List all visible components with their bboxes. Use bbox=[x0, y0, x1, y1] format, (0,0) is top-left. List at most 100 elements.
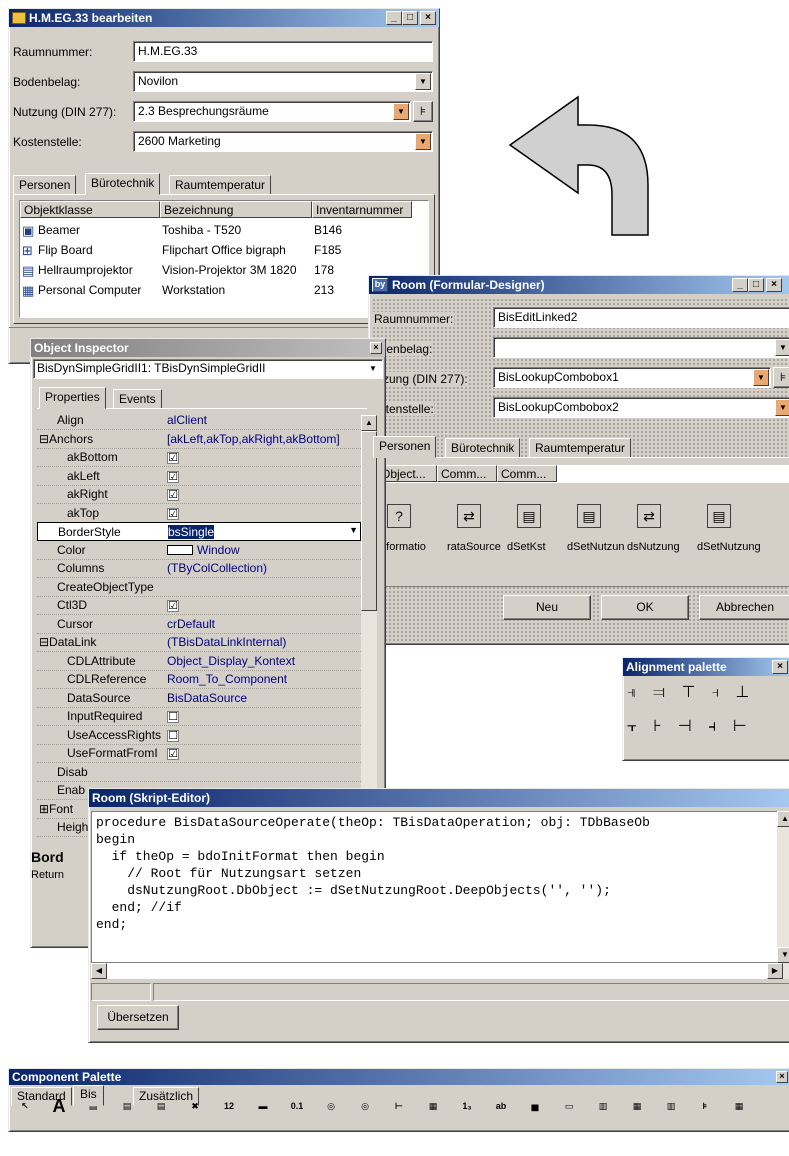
component-tool-icon[interactable]: ◎ bbox=[354, 1096, 376, 1118]
maximize-button[interactable]: □ bbox=[748, 278, 764, 292]
scroll-track[interactable] bbox=[107, 963, 767, 979]
property-row[interactable]: Disab bbox=[37, 763, 361, 782]
checkbox[interactable]: ☑ bbox=[167, 748, 179, 760]
chevron-down-icon[interactable]: ▼ bbox=[753, 369, 769, 386]
tab-buerotechnik[interactable]: Bürotechnik bbox=[445, 438, 521, 458]
close-button[interactable]: × bbox=[420, 11, 436, 25]
component-icon[interactable]: ▤ bbox=[517, 504, 541, 528]
chevron-down-icon[interactable]: ▼ bbox=[775, 399, 789, 416]
new-button[interactable]: Neu bbox=[503, 595, 591, 620]
property-value[interactable]: Room_To_Component bbox=[167, 672, 287, 686]
property-value[interactable]: [akLeft,akTop,akRight,akBottom] bbox=[167, 432, 340, 446]
list-item[interactable]: ▦ Personal Computer bbox=[22, 283, 160, 297]
compile-button[interactable]: Übersetzen bbox=[97, 1005, 179, 1030]
component-tool-icon[interactable]: 12 bbox=[218, 1096, 240, 1118]
component-tool-icon[interactable]: ▭ bbox=[558, 1096, 580, 1118]
room-number-field[interactable]: BisEditLinked2 bbox=[493, 307, 789, 328]
property-row[interactable]: Color Window bbox=[37, 541, 361, 560]
property-row[interactable]: CDLReference Room_To_Component bbox=[37, 670, 361, 689]
floor-select[interactable]: Novilon ▼ bbox=[133, 71, 433, 92]
property-value[interactable]: Window bbox=[197, 543, 240, 557]
component-tool-icon[interactable]: ✖ bbox=[184, 1096, 206, 1118]
component-tool-icon[interactable]: ▬ bbox=[252, 1096, 274, 1118]
code-area[interactable]: procedure BisDataSourceOperate(theOp: TB… bbox=[91, 811, 779, 963]
tab-raumtemperatur[interactable]: Raumtemperatur bbox=[529, 438, 632, 458]
component-tool-icon[interactable]: 0.1 bbox=[286, 1096, 308, 1118]
property-value[interactable]: crDefault bbox=[167, 617, 215, 631]
component-tool-icon[interactable]: ab bbox=[490, 1096, 512, 1118]
tree-icon[interactable]: ⊧ bbox=[413, 101, 433, 122]
tab-properties[interactable]: Properties bbox=[39, 387, 106, 409]
checkbox[interactable]: ☐ bbox=[167, 711, 179, 723]
align-buttons-row-2[interactable]: ⫟ ⊦ ⊣ ⫞ ⊢ bbox=[627, 716, 753, 736]
palette-titlebar[interactable]: Component Palette × bbox=[9, 1069, 789, 1085]
column-header[interactable]: Object... bbox=[377, 465, 437, 482]
designer-titlebar[interactable]: by Room (Formular-Designer) _ □ × bbox=[369, 276, 789, 294]
component-tool-icon[interactable]: ▦ bbox=[422, 1096, 444, 1118]
scroll-thumb[interactable] bbox=[361, 431, 377, 611]
scroll-left-icon[interactable]: ◀ bbox=[91, 963, 107, 979]
property-row[interactable]: ⊟Anchors [akLeft,akTop,akRight,akBottom] bbox=[37, 430, 361, 449]
component-tool-icon[interactable]: ▦ bbox=[728, 1096, 750, 1118]
chevron-down-icon[interactable]: ▼ bbox=[415, 73, 431, 90]
property-value[interactable]: bsSingle bbox=[168, 525, 215, 539]
room-number-field[interactable]: H.M.EG.33 bbox=[133, 41, 433, 62]
component-icon[interactable]: ▤ bbox=[707, 504, 731, 528]
tab-personen[interactable]: Personen bbox=[373, 436, 437, 458]
property-row[interactable]: UseFormatFromI ☑ bbox=[37, 744, 361, 763]
component-tool-icon[interactable]: ▥ bbox=[592, 1096, 614, 1118]
property-row[interactable]: DataSource BisDataSource bbox=[37, 689, 361, 708]
close-button[interactable]: × bbox=[370, 342, 382, 354]
scroll-down-icon[interactable]: ▼ bbox=[777, 947, 789, 963]
component-tool-icon[interactable]: ▦ bbox=[626, 1096, 648, 1118]
property-row[interactable]: CreateObjectType bbox=[37, 578, 361, 597]
script-titlebar[interactable]: Room (Skript-Editor) bbox=[89, 789, 789, 807]
component-icon[interactable]: ⇄ bbox=[637, 504, 661, 528]
checkbox[interactable]: ☑ bbox=[167, 489, 179, 501]
close-button[interactable]: × bbox=[776, 1071, 788, 1083]
object-selector[interactable]: BisDynSimpleGridII1: TBisDynSimpleGridII… bbox=[33, 359, 383, 379]
column-header[interactable]: Objektklasse bbox=[20, 201, 160, 218]
component-icon[interactable]: ⇄ bbox=[457, 504, 481, 528]
scroll-up-icon[interactable]: ▲ bbox=[361, 415, 377, 431]
chevron-down-icon[interactable]: ▼ bbox=[775, 339, 789, 356]
tree-icon[interactable]: ⊧ bbox=[773, 367, 789, 388]
property-row[interactable]: Ctl3D ☑ bbox=[37, 596, 361, 615]
property-row[interactable]: Cursor crDefault bbox=[37, 615, 361, 634]
component-tool-icon[interactable]: ▥ bbox=[660, 1096, 682, 1118]
align-buttons-row-1[interactable]: ⫣ ⫤ ⊤ ⫞ ⊥ bbox=[627, 682, 755, 702]
property-row[interactable]: akTop ☑ bbox=[37, 504, 361, 523]
property-row[interactable]: InputRequired ☐ bbox=[37, 707, 361, 726]
property-row[interactable]: Columns (TByColCollection) bbox=[37, 559, 361, 578]
component-tool-icon[interactable]: ▤ bbox=[116, 1096, 138, 1118]
maximize-button[interactable]: □ bbox=[402, 11, 418, 25]
checkbox[interactable]: ☑ bbox=[167, 470, 179, 483]
scroll-up-icon[interactable]: ▲ bbox=[777, 811, 789, 827]
cost-select[interactable]: 2600 Marketing ▼ bbox=[133, 131, 433, 152]
list-item[interactable]: ▤ Hellraumprojektor bbox=[22, 263, 160, 277]
minimize-button[interactable]: _ bbox=[732, 278, 748, 292]
component-icon[interactable]: ▤ bbox=[577, 504, 601, 528]
column-header[interactable]: Comm... bbox=[497, 465, 557, 482]
ok-button[interactable]: OK bbox=[601, 595, 689, 620]
tab-bis[interactable]: Bis bbox=[73, 1085, 104, 1106]
property-value[interactable]: (TBisDataLinkInternal) bbox=[167, 635, 286, 649]
close-button[interactable]: × bbox=[766, 278, 782, 292]
property-row[interactable]: BorderStyle bsSingle ▼ bbox=[37, 522, 361, 541]
component-tool-icon[interactable]: ⊢ bbox=[388, 1096, 410, 1118]
component-icon[interactable]: ? bbox=[387, 504, 411, 528]
tab-raumtemperatur[interactable]: Raumtemperatur bbox=[169, 175, 272, 195]
usage-select[interactable]: BisLookupCombobox1 ▼ bbox=[493, 367, 771, 388]
column-header[interactable]: Comm... bbox=[437, 465, 497, 482]
minimize-button[interactable]: _ bbox=[386, 11, 402, 25]
component-tool-icon[interactable]: ▅ bbox=[524, 1096, 546, 1118]
inspector-titlebar[interactable]: Object Inspector × bbox=[31, 339, 385, 357]
property-row[interactable]: akRight ☑ bbox=[37, 485, 361, 504]
component-tool-icon[interactable]: 1₃ bbox=[456, 1096, 478, 1118]
checkbox[interactable]: ☑ bbox=[167, 452, 179, 464]
checkbox[interactable]: ☑ bbox=[167, 600, 179, 612]
horizontal-scrollbar[interactable]: ◀ ▶ bbox=[91, 963, 789, 979]
property-value[interactable]: Object_Display_Kontext bbox=[167, 654, 295, 668]
component-tool-icon[interactable]: ↖ bbox=[14, 1096, 36, 1118]
usage-select[interactable]: 2.3 Besprechungsräume ▼ bbox=[133, 101, 411, 122]
